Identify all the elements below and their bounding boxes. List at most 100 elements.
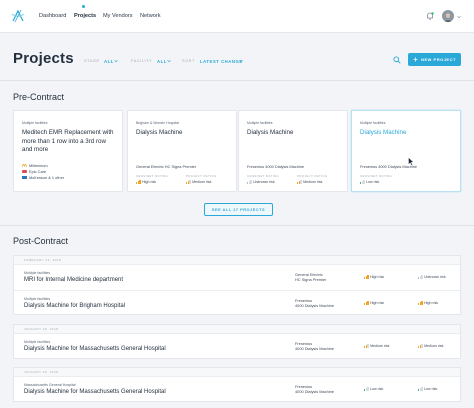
- facility-filter-dropdown[interactable]: ALL: [157, 59, 167, 64]
- vendor-name: Epic Care: [29, 169, 47, 174]
- nav-network[interactable]: Network: [140, 13, 161, 19]
- censinet-rating-header: CENSINET RATING: [136, 174, 169, 178]
- date-group: JANUARY 30, 2018 Massachusetts General H…: [13, 367, 461, 402]
- row-vendor: Fresenius 4000 Dialysis Machine: [295, 298, 334, 308]
- rating-text: High risk: [370, 275, 385, 279]
- project-rating-header: PROJECT RATING: [297, 174, 328, 178]
- vendor-name: General Electric HC Signa Premier: [136, 164, 197, 169]
- chevron-down-icon[interactable]: [239, 59, 243, 63]
- group-date: JANUARY 30, 2018: [14, 368, 460, 377]
- risk-bars-icon: [364, 301, 369, 305]
- stage-filter-dropdown[interactable]: ALL: [104, 59, 114, 64]
- censinet-rating: Medium risk: [364, 344, 389, 348]
- risk-bars-icon: [364, 387, 369, 391]
- project-card[interactable]: Multiple facilities Dialysis Machine Fre…: [351, 110, 461, 192]
- nav-dashboard[interactable]: Dashboard: [39, 13, 66, 19]
- table-row[interactable]: Multiple facilities Dialysis Machine for…: [14, 334, 460, 359]
- new-project-label: NEW PROJECT: [421, 57, 456, 62]
- chevron-down-icon[interactable]: [114, 59, 118, 63]
- row-facility: Multiple facilities: [24, 271, 51, 275]
- vendor-name: Fresenius 4000 Dialysis Machine: [247, 164, 305, 169]
- vendor-product: 4000 Dialysis Machine: [295, 389, 334, 394]
- row-facility: Multiple facilities: [24, 297, 51, 301]
- rating-text: High risk: [370, 301, 385, 305]
- table-row[interactable]: Multiple facilities Dialysis Machine for…: [14, 290, 460, 315]
- vendor-product: 4000 Dialysis Machine: [295, 346, 334, 351]
- top-navigation: Dashboard Projects My Vendors Network: [0, 0, 474, 33]
- risk-bars-icon: [364, 344, 369, 348]
- nav-my-vendors[interactable]: My Vendors: [103, 13, 133, 19]
- censinet-rating: Unknown risk: [247, 180, 275, 184]
- project-rating: High risk: [418, 301, 438, 305]
- table-row[interactable]: Multiple facilities MRI for Internal Med…: [14, 265, 460, 290]
- row-facility: Multiple facilities: [24, 340, 51, 344]
- row-project-name: MRI for Internal Medicine department: [24, 277, 124, 283]
- project-rating: Medium risk: [418, 344, 443, 348]
- risk-bars-icon: [418, 387, 423, 391]
- project-card[interactable]: Multiple facilities Meditech EMR Replace…: [13, 110, 123, 192]
- card-facility: Brigham & Women Hospital: [136, 121, 179, 125]
- vendor-row: Epic Care: [22, 169, 46, 174]
- rating-text: Low risk: [424, 387, 438, 391]
- vendor-product: HC Signa Premier: [295, 277, 327, 282]
- rating-text: High risk: [142, 180, 157, 184]
- row-vendor: Fresenius 4000 Dialysis Machine: [295, 341, 334, 351]
- project-rating: Low risk: [418, 387, 437, 391]
- project-rating: Medium risk: [186, 180, 211, 184]
- group-date: FEBRUARY 23, 2018: [14, 256, 460, 265]
- date-group: FEBRUARY 23, 2018 Multiple facilities MR…: [13, 255, 461, 315]
- see-all-projects-button[interactable]: SEE ALL 27 PROJECTS: [204, 203, 273, 216]
- pre-contract-title: Pre-Contract: [13, 92, 65, 102]
- project-rating-header: PROJECT RATING: [186, 174, 217, 178]
- sort-dropdown[interactable]: LATEST CHANGE: [200, 59, 243, 64]
- table-row[interactable]: Massachusetts General Hospital Dialysis …: [14, 377, 460, 402]
- header-divider: [0, 80, 474, 81]
- card-project-name: Meditech EMR Replacement with more than …: [22, 129, 114, 154]
- censinet-rating: High risk: [136, 180, 156, 184]
- active-indicator-dot: [82, 5, 85, 8]
- row-facility: Massachusetts General Hospital: [24, 383, 76, 387]
- card-facility: Multiple facilities: [22, 121, 48, 125]
- vendor-logo-icon: [22, 176, 27, 179]
- search-icon[interactable]: [393, 56, 401, 64]
- card-project-name: Dialysis Machine: [247, 129, 294, 136]
- vendor-row: General Electric HC Signa Premier: [136, 164, 196, 169]
- cursor-icon: [408, 157, 414, 166]
- vendor-row: Fresenius 4000 Dialysis Machine: [247, 164, 304, 169]
- avatar[interactable]: [442, 10, 454, 22]
- risk-bars-icon: [364, 275, 369, 279]
- new-project-button[interactable]: NEW PROJECT: [408, 53, 461, 66]
- logo-icon[interactable]: [10, 8, 26, 24]
- vendor-name: McKesson & 1 other: [29, 175, 65, 180]
- sort-label: SORT: [182, 59, 195, 63]
- card-facility: Multiple facilities: [247, 121, 273, 125]
- vendor-name: Millennium: [29, 163, 48, 168]
- bell-icon[interactable]: [425, 11, 435, 21]
- chevron-down-icon[interactable]: [167, 59, 171, 63]
- project-rating: Unknown risk: [418, 275, 446, 279]
- row-project-name: Dialysis Machine for Massachusetts Gener…: [24, 346, 166, 352]
- project-card[interactable]: Brigham & Women Hospital Dialysis Machin…: [127, 110, 237, 192]
- nav-projects[interactable]: Projects: [74, 13, 96, 19]
- row-project-name: Dialysis Machine for Massachusetts Gener…: [24, 389, 166, 395]
- rating-text: Medium risk: [370, 344, 390, 348]
- row-vendor: General Electric HC Signa Premier: [295, 272, 326, 282]
- vendor-row: Millennium: [22, 163, 48, 168]
- censinet-rating-header: CENSINET RATING: [247, 174, 280, 178]
- chevron-down-icon[interactable]: [457, 15, 461, 19]
- vendor-logo-icon: [22, 170, 27, 173]
- row-project-name: Dialysis Machine for Brigham Hospital: [24, 303, 126, 309]
- rating-text: Low risk: [366, 180, 380, 184]
- risk-bars-icon: [186, 180, 191, 184]
- censinet-rating: Low risk: [360, 180, 379, 184]
- censinet-rating: High risk: [364, 275, 384, 279]
- vendor-logo-icon: [22, 164, 27, 167]
- risk-bars-icon: [136, 180, 141, 184]
- post-contract-title: Post-Contract: [13, 236, 69, 246]
- plus-icon: [413, 57, 418, 62]
- vendor-product: 4000 Dialysis Machine: [295, 303, 334, 308]
- rating-text: Unknown risk: [253, 180, 275, 184]
- project-card[interactable]: Multiple facilities Dialysis Machine Fre…: [238, 110, 348, 192]
- card-project-name[interactable]: Dialysis Machine: [360, 129, 455, 138]
- risk-bars-icon: [360, 180, 365, 184]
